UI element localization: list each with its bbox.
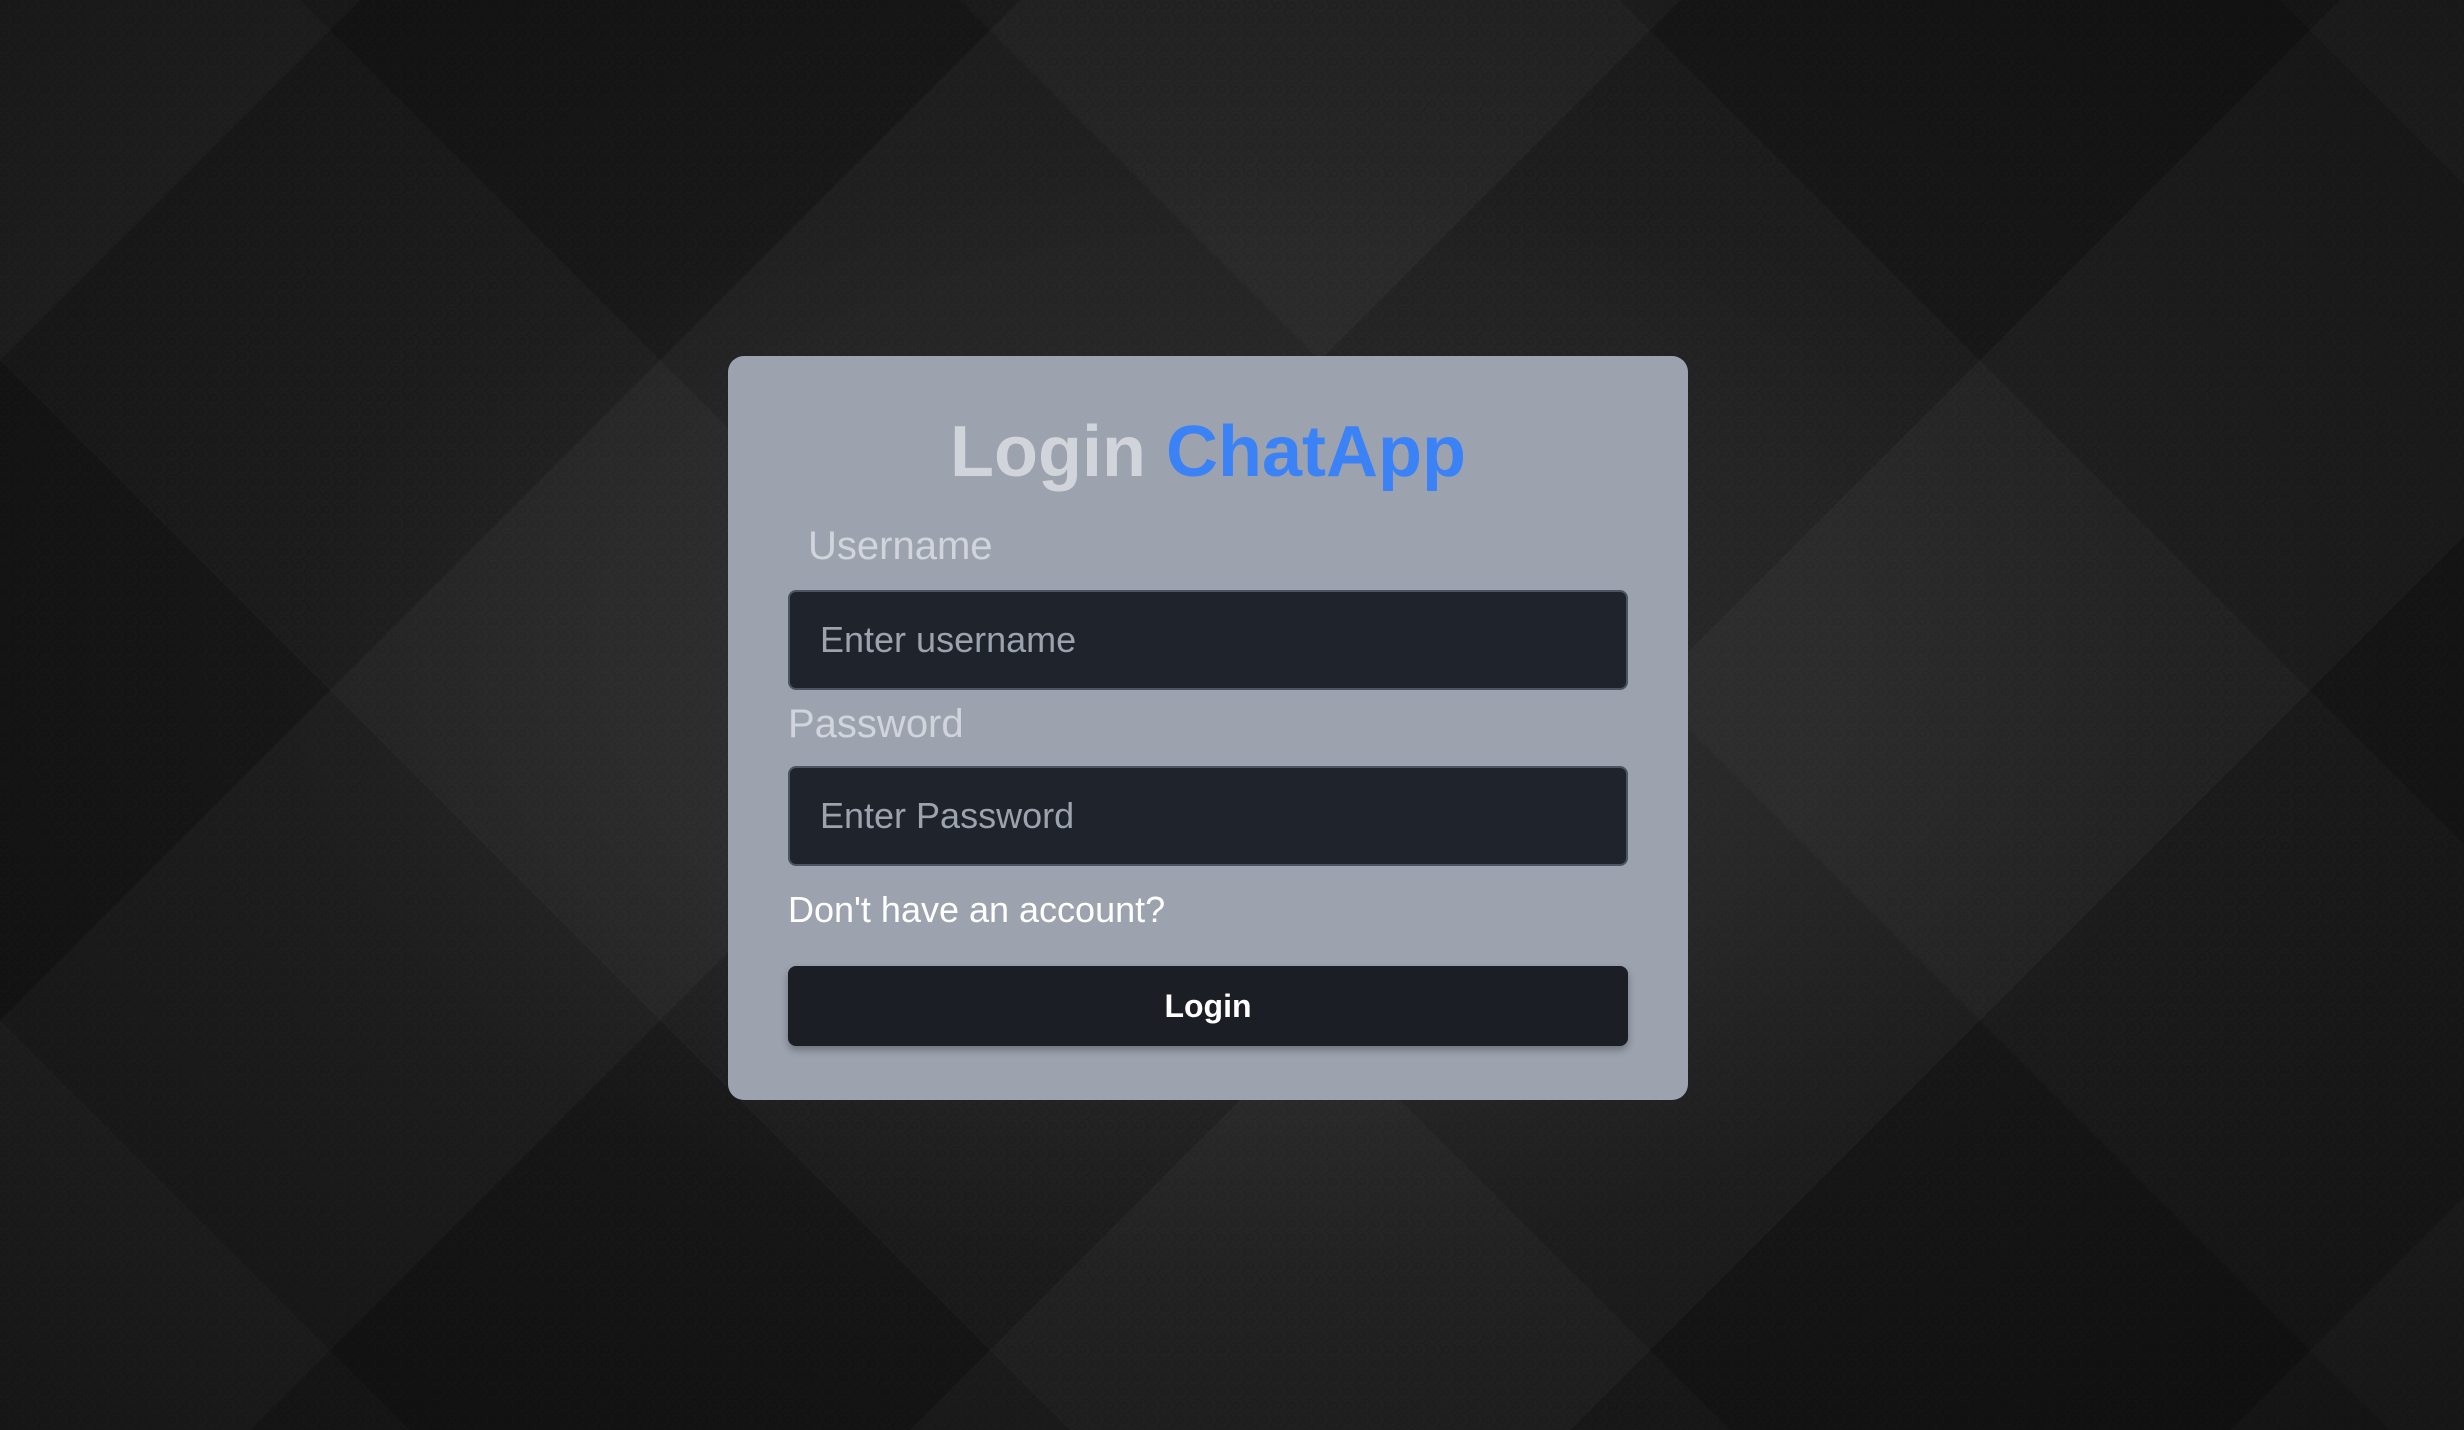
username-label: Username (808, 524, 993, 568)
username-input[interactable] (788, 590, 1628, 690)
login-card: Login ChatApp Username Password Don't ha… (728, 356, 1688, 1100)
password-label: Password (788, 702, 964, 746)
page-background: { "login_form": { "title_prefix": "Login… (0, 0, 2464, 1430)
signup-link[interactable]: Don't have an account? (788, 892, 1165, 932)
password-input[interactable] (788, 766, 1628, 866)
title-prefix: Login (950, 412, 1146, 492)
page-title: Login ChatApp (788, 416, 1628, 496)
brand-name: ChatApp (1166, 412, 1466, 492)
login-button[interactable]: Login (788, 966, 1628, 1046)
